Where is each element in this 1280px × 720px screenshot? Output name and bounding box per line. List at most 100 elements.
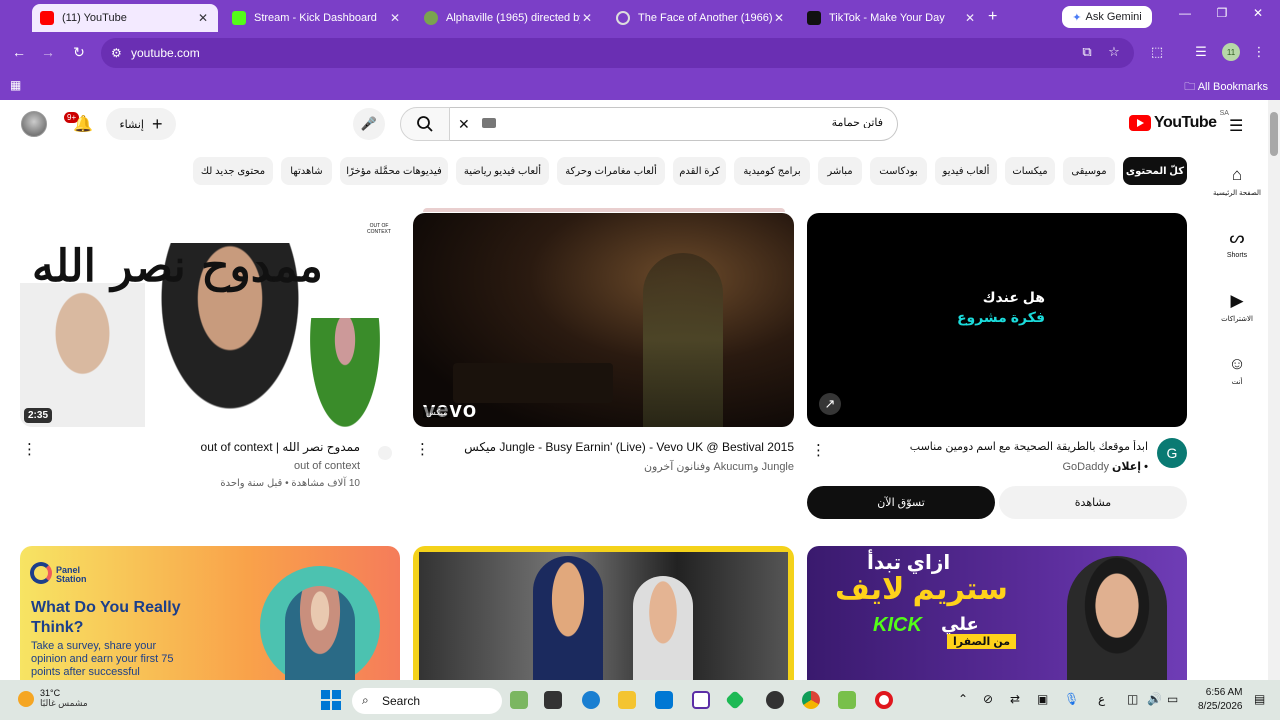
system-clock[interactable]: 6:56 AM 8/25/2026 (1198, 686, 1243, 714)
chip-podcasts[interactable]: بودكاست (870, 157, 927, 185)
shop-now-button[interactable]: تسوّق الآن (807, 486, 995, 519)
tab-alphaville[interactable]: Alphaville (1965) directed by ✕ (416, 4, 602, 32)
reload-icon[interactable]: ↻ (70, 44, 88, 61)
guide-shorts[interactable]: ᔕ Shorts (1210, 228, 1264, 259)
close-tab-icon[interactable]: ✕ (196, 11, 210, 25)
ad-thumbnail[interactable]: هل عندك فكرة مشروع ↗ (807, 213, 1187, 427)
youtube-logo[interactable]: YouTube SA (1129, 110, 1229, 132)
close-window-icon[interactable]: ✕ (1248, 6, 1268, 20)
store-icon[interactable] (655, 691, 673, 709)
browser-menu-icon[interactable]: ⋮ (1250, 44, 1268, 60)
apps-grid-icon[interactable]: ▦ (10, 78, 21, 92)
torrent-icon[interactable] (838, 691, 856, 709)
chip-football[interactable]: كرة القدم (673, 157, 726, 185)
tab-search-icon[interactable]: ☰ (1192, 44, 1210, 60)
chip-mixes[interactable]: ميكسات (1005, 157, 1055, 185)
video-title[interactable]: ممدوح نصر الله | out of context (46, 440, 360, 454)
chip-all[interactable]: كلّ المحتوى (1123, 157, 1187, 185)
microphone-tray-icon[interactable]: 🎙 (1064, 692, 1079, 706)
bookmark-star-icon[interactable]: ☆ (1105, 44, 1123, 60)
chrome-icon[interactable] (802, 691, 820, 709)
all-bookmarks-button[interactable]: 🗀 All Bookmarks (1184, 78, 1268, 97)
video-thumbnail[interactable]: ممدوح نصر الله OUT OF CONTEXT 2:35 (20, 213, 400, 427)
ad-title[interactable]: ابدأ موقعك بالطريقة الصحيحة مع اسم دومين… (830, 440, 1148, 453)
input-language[interactable]: ع (1098, 692, 1105, 706)
windows-start-icon[interactable] (321, 690, 341, 710)
chip-video-games[interactable]: ألعاب فيديو (935, 157, 997, 185)
address-bar[interactable]: ⚙ youtube.com (101, 38, 1134, 68)
site-info-icon[interactable]: ⚙ (111, 46, 122, 60)
tab-kick[interactable]: Stream - Kick Dashboard ✕ (224, 4, 410, 32)
install-app-icon[interactable]: ⧉ (1078, 44, 1096, 60)
video-thumbnail[interactable] (413, 546, 794, 680)
guide-menu-icon[interactable]: ☰ (1229, 116, 1243, 136)
scrollbar-thumb[interactable] (1270, 112, 1278, 156)
close-tab-icon[interactable]: ✕ (388, 11, 402, 25)
chip-sports-games[interactable]: ألعاب فيديو رياضية (456, 157, 549, 185)
app-diamond-icon[interactable] (725, 690, 745, 710)
video-menu-icon[interactable]: ⋮ (22, 440, 37, 458)
godaddy-logo-icon[interactable]: G (1157, 438, 1187, 468)
chip-action-adventure[interactable]: ألعاب مغامرات وحركة (557, 157, 665, 185)
obs-icon[interactable] (766, 691, 784, 709)
tray-overflow-icon[interactable]: ⌃ (958, 692, 968, 706)
tab-youtube[interactable]: (11) YouTube ✕ (32, 4, 218, 32)
close-tab-icon[interactable]: ✕ (772, 11, 786, 25)
page-scrollbar[interactable] (1268, 100, 1280, 680)
notifications-icon[interactable]: ▤ (1254, 692, 1265, 706)
voice-search-button[interactable]: 🎤 (353, 108, 385, 140)
channel-name[interactable]: Jungle وAkucum وفنانون آخرون (440, 460, 794, 473)
taskbar-search-box[interactable]: ⌕ Search (352, 688, 502, 714)
watch-button[interactable]: مشاهدة (999, 486, 1187, 519)
chip-music[interactable]: موسيقى (1063, 157, 1115, 185)
channel-avatar[interactable] (378, 446, 392, 460)
battery-icon[interactable]: ▭ (1167, 692, 1178, 706)
account-avatar[interactable] (21, 111, 47, 137)
chip-live[interactable]: مباشر (818, 157, 862, 185)
close-tab-icon[interactable]: ✕ (580, 11, 594, 25)
video-thumbnail[interactable]: ازاي تبدأ ستريم لايف KICK علي من الصفرا (807, 546, 1187, 680)
tray-app-icon[interactable]: ⇄ (1010, 692, 1020, 706)
forward-icon[interactable]: → (39, 44, 57, 60)
opera-icon[interactable] (875, 691, 893, 709)
edge-icon[interactable] (582, 691, 600, 709)
file-explorer-icon[interactable] (618, 691, 636, 709)
survey-ad-thumbnail[interactable]: Panel Station What Do You Really Think? … (20, 546, 400, 680)
weather-widget[interactable]: 31°C مشمس غالبًا (18, 688, 88, 709)
notes-icon[interactable] (692, 691, 710, 709)
video-title[interactable]: ميكس Jungle - Busy Earnin' (Live) - Vevo… (440, 440, 794, 454)
channel-name[interactable]: out of context (46, 460, 360, 472)
create-button[interactable]: إنشاء + (106, 108, 176, 140)
external-link-arrow-icon[interactable]: ↗ (819, 393, 841, 415)
keyboard-icon[interactable] (482, 118, 496, 128)
network-icon[interactable]: ◫ (1127, 692, 1138, 706)
notifications-bell-icon[interactable]: 🔔 (73, 114, 93, 134)
task-view-icon[interactable] (544, 691, 562, 709)
chip-recently-uploaded[interactable]: فيديوهات محمَّلة مؤخرًا (340, 157, 448, 185)
search-button[interactable] (400, 107, 450, 141)
advertiser-name[interactable]: GoDaddy (1063, 461, 1109, 473)
new-tab-icon[interactable]: + (988, 8, 997, 26)
chip-new-to-you[interactable]: محتوى جديد لك (193, 157, 273, 185)
guide-you[interactable]: ☺ أنت (1210, 354, 1264, 386)
tray-app-icon[interactable]: ▣ (1037, 692, 1048, 706)
browser-profile-avatar[interactable]: 11 (1222, 43, 1240, 61)
guide-home[interactable]: ⌂ الصفحة الرئيسية (1210, 165, 1264, 197)
ask-gemini-button[interactable]: ✦ Ask Gemini (1062, 6, 1152, 28)
chip-comedy[interactable]: برامج كوميدية (734, 157, 810, 185)
minimize-icon[interactable]: — (1175, 6, 1195, 20)
clear-search-icon[interactable]: ✕ (458, 116, 470, 133)
extensions-icon[interactable]: ⬚ (1148, 44, 1166, 60)
tab-face-of-another[interactable]: The Face of Another (1966) | T ✕ (608, 4, 794, 32)
tab-tiktok[interactable]: TikTok - Make Your Day ✕ (799, 4, 985, 32)
close-tab-icon[interactable]: ✕ (963, 11, 977, 25)
ad-menu-icon[interactable]: ⋮ (811, 441, 826, 459)
maximize-icon[interactable]: ❐ (1212, 6, 1232, 20)
video-thumbnail[interactable]: vevo ميكس (413, 213, 794, 427)
chip-watched[interactable]: شاهدتها (281, 157, 332, 185)
video-menu-icon[interactable]: ⋮ (415, 440, 430, 458)
app-icon[interactable] (510, 691, 528, 709)
search-input[interactable] (523, 116, 883, 128)
network-off-icon[interactable]: ⊘ (983, 692, 993, 706)
guide-subscriptions[interactable]: ▶ الاشتراكات (1210, 291, 1264, 323)
